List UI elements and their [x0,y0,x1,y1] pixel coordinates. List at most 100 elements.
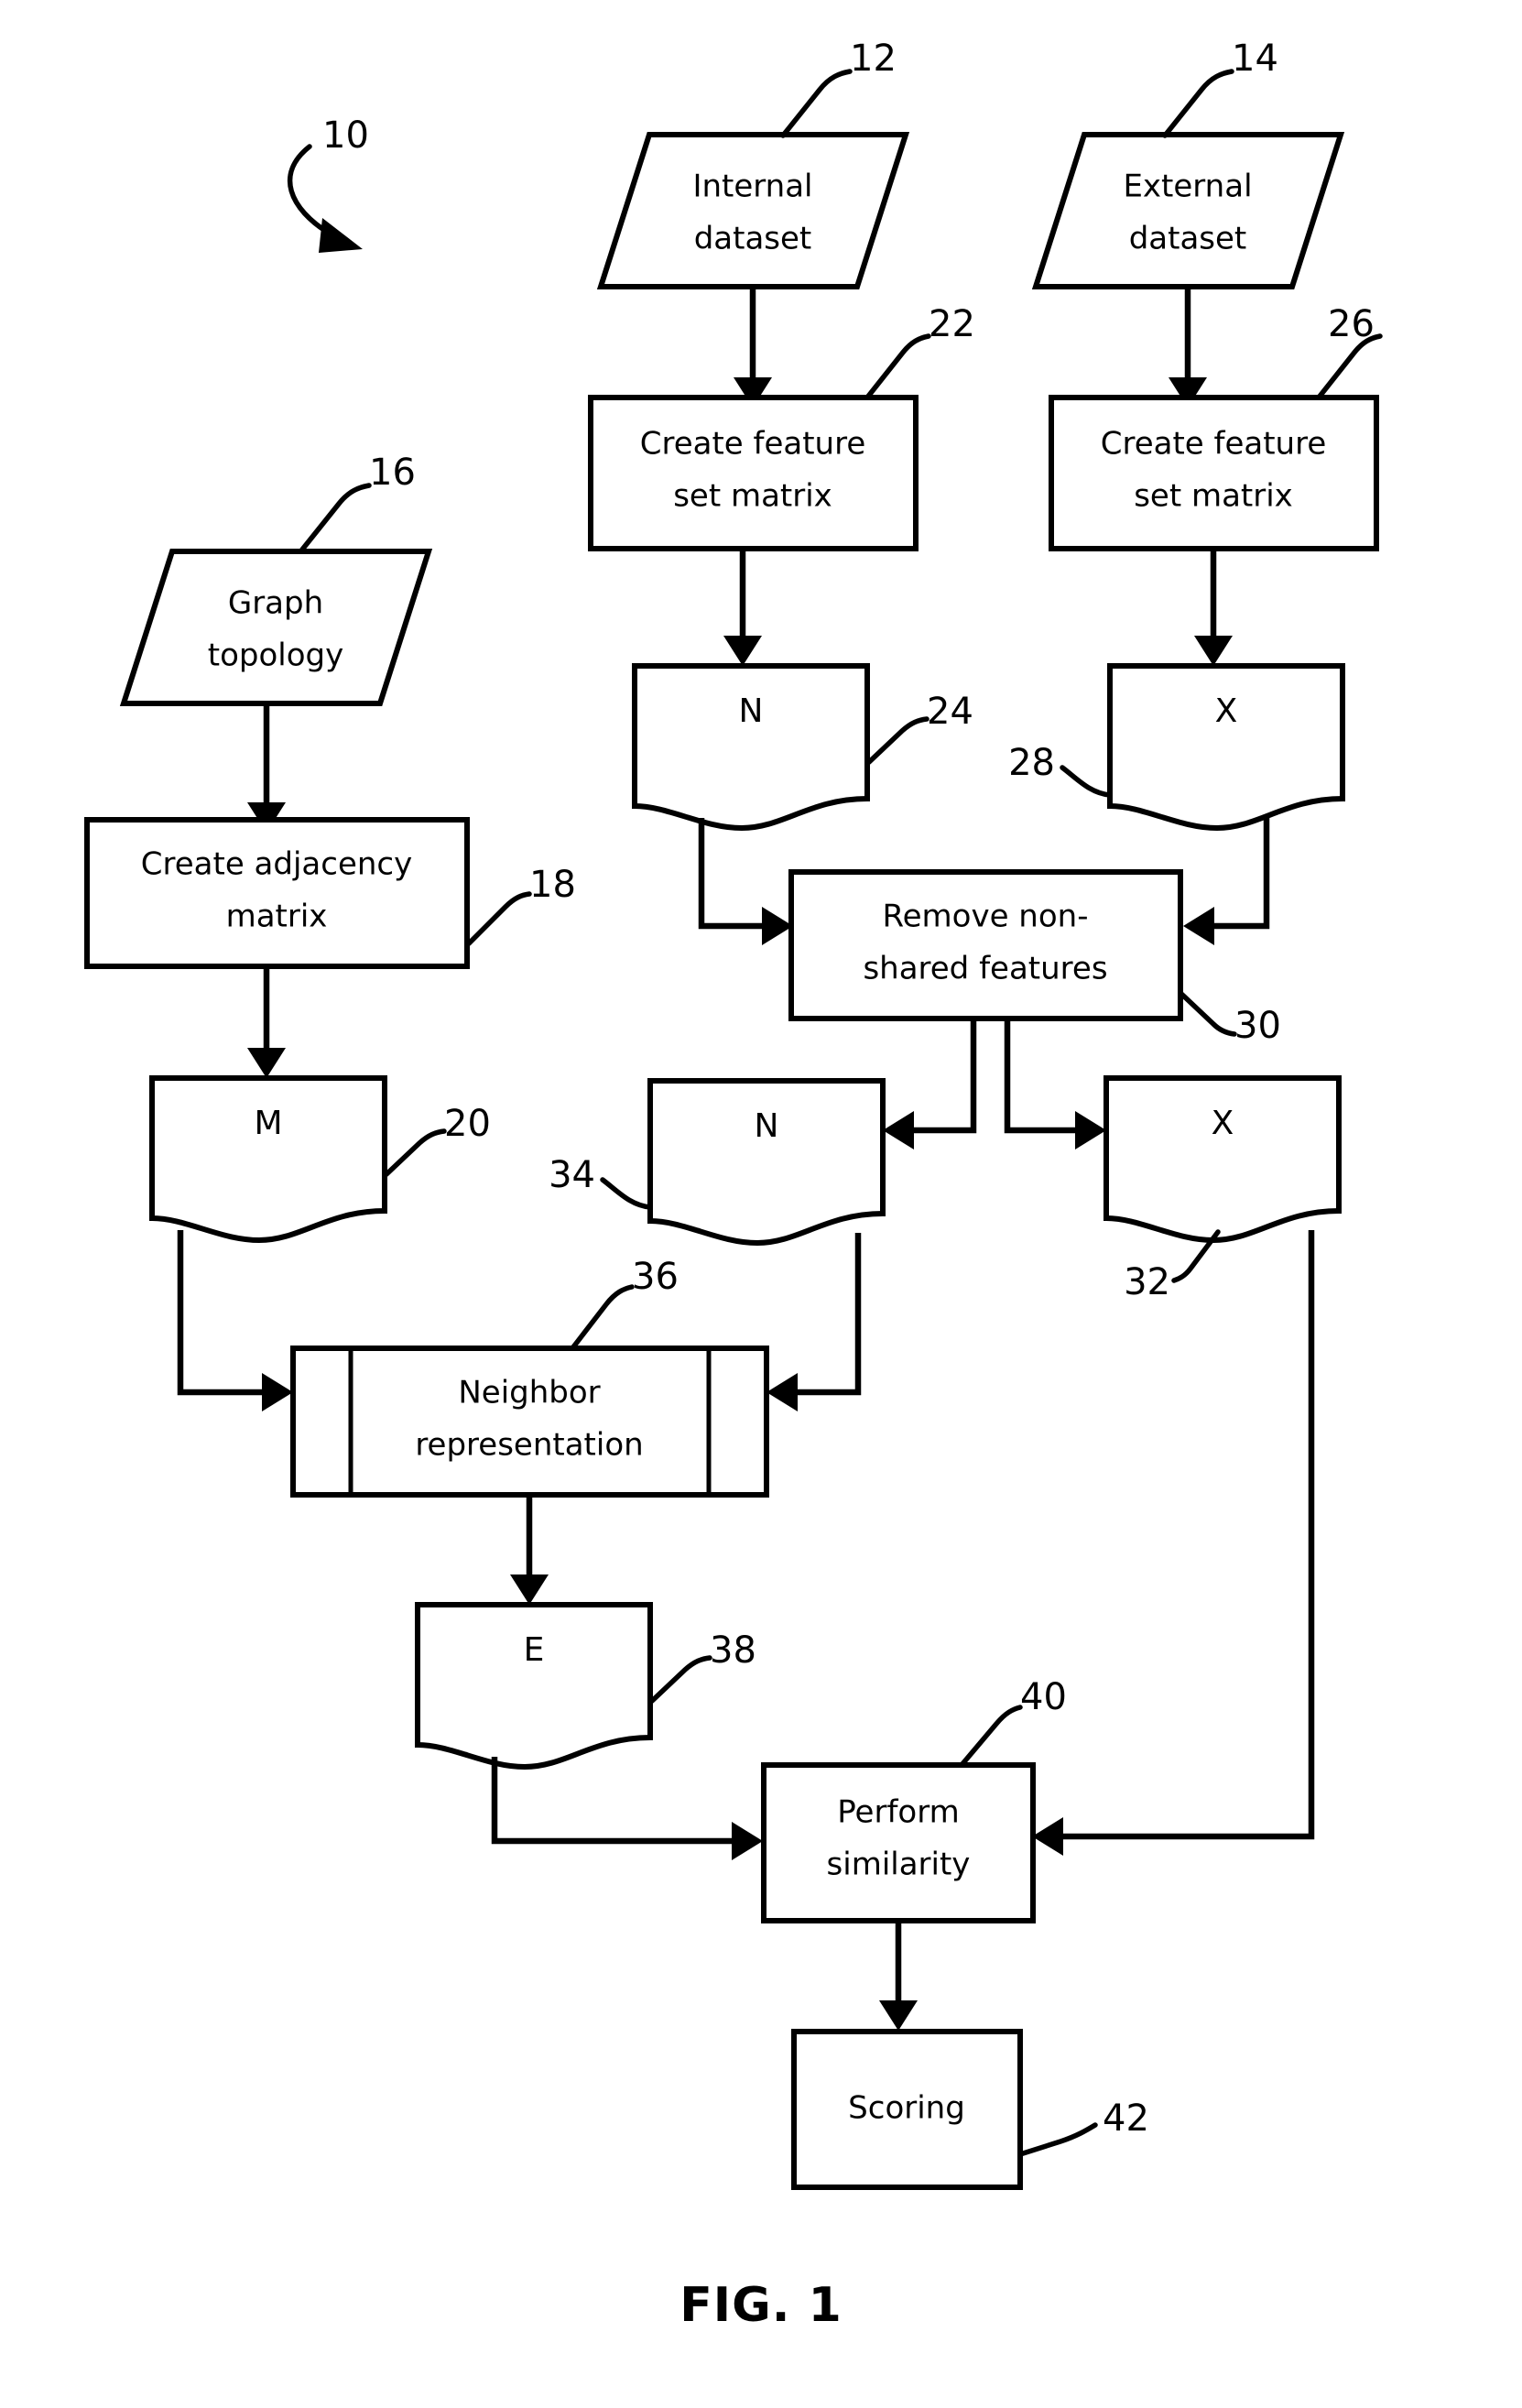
edge-40-to-42 [879,1921,918,2031]
internal-dataset-label-line2: dataset [694,221,812,257]
ref-label-30: 30 [1234,1005,1281,1047]
store-n-shared-document[interactable] [647,1078,886,1247]
store-e-label: E [524,1631,545,1669]
node-neighbor-representation[interactable]: Neighbor representation 36 [290,1256,769,1498]
edge-28-to-30 [1183,818,1270,945]
ref-label-36: 36 [632,1256,679,1298]
store-n-internal-label: N [739,692,764,730]
edge-32-40-arrowhead [1032,1817,1063,1856]
edge-38-40-arrowhead [732,1822,763,1860]
store-e-document[interactable] [415,1602,653,1771]
store-x-external-document[interactable] [1107,663,1345,832]
internal-dataset-parallelogram[interactable] [596,132,910,289]
node-external-dataset[interactable]: External dataset 14 [1031,38,1345,289]
system-reference-10: 10 [287,114,369,253]
edge-26-28-arrowhead [1194,636,1233,666]
ref-label-18: 18 [529,864,576,906]
create-feature-set-matrix-external-box[interactable] [1049,395,1379,551]
edge-30-to-32 [1004,1019,1106,1150]
ref-label-32: 32 [1124,1261,1170,1303]
edge-30-to-34 [883,1019,977,1150]
node-create-feature-set-matrix-internal[interactable]: Create feature set matrix 22 [588,303,975,551]
ref-label-22: 22 [929,303,975,345]
edge-20-36-arrowhead [262,1373,293,1411]
perform-similarity-label-line1: Perform [837,1794,959,1831]
external-dataset-label-line2: dataset [1129,221,1247,257]
neighbor-representation-label-line2: representation [415,1427,643,1464]
store-n-shared-label: N [755,1107,779,1145]
graph-topology-parallelogram[interactable] [119,549,433,706]
store-n-internal-document[interactable] [632,663,870,832]
store-n-internal[interactable]: N 24 [632,663,973,832]
node-create-feature-set-matrix-external[interactable]: Create feature set matrix 26 [1049,303,1383,551]
edge-24-30-line [698,818,767,930]
node-perform-similarity[interactable]: Perform similarity 40 [761,1676,1067,1923]
remove-non-shared-features-box[interactable] [788,869,1183,1021]
flowchart-canvas: 10 Internal dataset 12 External dataset … [84,38,1383,2333]
leader-16 [299,483,372,552]
edge-30-32-arrowhead [1075,1111,1106,1150]
external-dataset-label-line1: External [1123,169,1252,205]
edge-32-to-40 [1032,1230,1315,1856]
ref-label-26: 26 [1328,303,1375,345]
store-x-shared[interactable]: X 32 [1103,1075,1342,1303]
leader-30 [1179,991,1237,1037]
node-remove-non-shared-features[interactable]: Remove non- shared features 30 [788,869,1281,1047]
leader-14 [1162,69,1234,138]
store-m[interactable]: M 20 [149,1075,491,1244]
neighbor-representation-box[interactable] [290,1346,769,1498]
ref-label-20: 20 [444,1103,491,1145]
node-scoring[interactable]: Scoring 42 [791,2029,1149,2190]
node-create-adjacency-matrix[interactable]: Create adjacency matrix 18 [84,817,576,969]
edge-20-36-line [177,1230,267,1396]
node-internal-dataset[interactable]: Internal dataset 12 [596,38,910,289]
internal-dataset-label-line1: Internal [692,169,812,205]
node-graph-topology[interactable]: Graph topology 16 [119,452,433,706]
ref-label-16: 16 [369,452,416,494]
edge-34-36-line [792,1233,862,1396]
graph-topology-label-line2: topology [208,637,343,674]
edge-32-40-line [1058,1230,1315,1840]
ref-label-34: 34 [549,1154,595,1196]
ref-label-42: 42 [1103,2097,1149,2140]
edge-16-to-18 [247,703,286,833]
edge-34-to-36 [766,1233,862,1411]
edge-38-to-40 [491,1757,763,1860]
store-x-external-label: X [1215,692,1238,730]
external-dataset-parallelogram[interactable] [1031,132,1345,289]
store-x-external[interactable]: X 28 [1008,663,1345,832]
edge-18-20-arrowhead [247,1048,286,1078]
perform-similarity-box[interactable] [761,1762,1036,1923]
edge-36-38-arrowhead [510,1574,549,1605]
store-m-document[interactable] [149,1075,387,1244]
leader-42 [1017,2122,1098,2157]
create-feature-set-matrix-internal-box[interactable] [588,395,919,551]
ref-label-24: 24 [927,691,973,733]
cfsm-internal-label-line2: set matrix [673,478,832,515]
neighbor-representation-label-line1: Neighbor [458,1375,600,1411]
leader-34 [600,1177,653,1210]
edge-30-34-line [908,1019,977,1134]
edge-22-to-24 [723,549,762,666]
leader-18 [466,891,532,946]
edge-20-to-36 [177,1230,293,1411]
leader-28 [1060,765,1113,798]
cfsm-external-label-line2: set matrix [1134,478,1293,515]
store-n-shared[interactable]: N 34 [549,1078,886,1247]
edge-18-to-20 [247,966,286,1078]
leader-12 [780,69,853,138]
leader-38 [649,1655,712,1704]
ref-label-40: 40 [1020,1676,1067,1718]
store-x-shared-label: X [1212,1105,1234,1142]
cfsm-internal-label-line1: Create feature [640,426,866,463]
leader-24 [866,716,930,765]
ref-label-10: 10 [322,114,369,157]
store-x-shared-document[interactable] [1103,1075,1342,1244]
leader-20 [384,1128,447,1177]
edge-40-42-arrowhead [879,2000,918,2031]
leader-36 [570,1284,635,1351]
create-adjacency-matrix-box[interactable] [84,817,470,969]
patent-figure: 10 Internal dataset 12 External dataset … [0,0,1522,2408]
store-e[interactable]: E 38 [415,1602,756,1771]
store-m-label: M [254,1105,282,1142]
